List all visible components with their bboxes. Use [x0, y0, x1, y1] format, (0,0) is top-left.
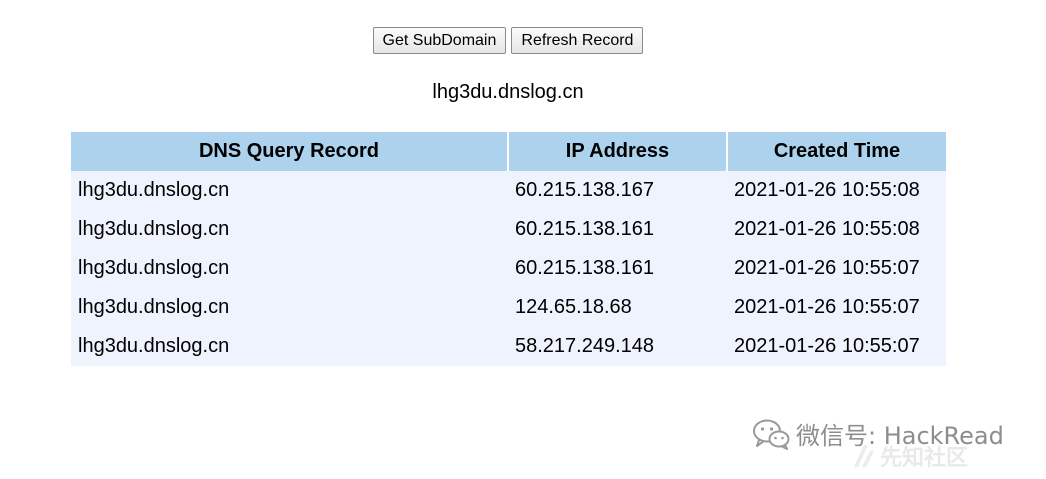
wechat-icon: [753, 419, 790, 450]
cell-dns-query-record: lhg3du.dnslog.cn: [71, 171, 508, 210]
cell-created-time: 2021-01-26 10:55:08: [727, 171, 946, 210]
cell-ip-address: 60.215.138.161: [508, 210, 727, 249]
cell-created-time: 2021-01-26 10:55:08: [727, 210, 946, 249]
cell-ip-address: 58.217.249.148: [508, 327, 727, 366]
cell-dns-query-record: lhg3du.dnslog.cn: [71, 288, 508, 327]
cell-dns-query-record: lhg3du.dnslog.cn: [71, 327, 508, 366]
cell-ip-address: 60.215.138.161: [508, 249, 727, 288]
cell-dns-query-record: lhg3du.dnslog.cn: [71, 249, 508, 288]
cell-ip-address: 124.65.18.68: [508, 288, 727, 327]
subdomain-display: lhg3du.dnslog.cn: [432, 81, 584, 103]
get-subdomain-button[interactable]: Get SubDomain: [372, 27, 507, 54]
cell-ip-address: 60.215.138.167: [508, 171, 727, 210]
table-row: lhg3du.dnslog.cn 60.215.138.161 2021-01-…: [71, 249, 946, 288]
wechat-watermark: 微信号: HackRead: [752, 416, 1004, 451]
toolbar: Get SubDomain Refresh Record: [0, 27, 1046, 54]
table-row: lhg3du.dnslog.cn 60.215.138.161 2021-01-…: [71, 210, 946, 249]
table-header-row: DNS Query Record IP Address Created Time: [71, 132, 946, 171]
table-row: lhg3du.dnslog.cn 60.215.138.167 2021-01-…: [71, 171, 946, 210]
cell-created-time: 2021-01-26 10:55:07: [727, 249, 946, 288]
header-ip-address: IP Address: [508, 132, 728, 171]
header-dns-query-record: DNS Query Record: [71, 132, 509, 171]
cell-created-time: 2021-01-26 10:55:07: [727, 327, 946, 366]
refresh-record-button[interactable]: Refresh Record: [511, 27, 644, 54]
dns-records-table: DNS Query Record IP Address Created Time…: [71, 132, 946, 366]
table-row: lhg3du.dnslog.cn 58.217.249.148 2021-01-…: [71, 327, 946, 366]
dnslog-page: Get SubDomain Refresh Record lhg3du.dnsl…: [0, 0, 1046, 479]
cell-dns-query-record: lhg3du.dnslog.cn: [71, 210, 508, 249]
cell-created-time: 2021-01-26 10:55:07: [727, 288, 946, 327]
records-table-container: DNS Query Record IP Address Created Time…: [71, 132, 946, 366]
watermark-text: 微信号: HackRead: [796, 422, 1004, 450]
table-row: lhg3du.dnslog.cn 124.65.18.68 2021-01-26…: [71, 288, 946, 327]
header-created-time: Created Time: [727, 132, 946, 171]
